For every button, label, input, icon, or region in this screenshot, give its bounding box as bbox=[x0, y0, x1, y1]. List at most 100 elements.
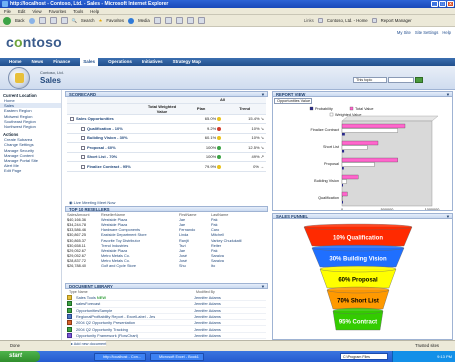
menu-view[interactable]: View bbox=[32, 8, 41, 14]
leftnav-northwest-region[interactable]: Northwest Region bbox=[0, 124, 61, 129]
bar-probability bbox=[342, 133, 345, 136]
scorecard-row[interactable]: Building Vision - 30% 60.1% 10% ↘ bbox=[67, 133, 266, 143]
expand-icon[interactable] bbox=[81, 126, 85, 131]
history-icon[interactable] bbox=[153, 17, 161, 24]
forward-arrow-icon[interactable] bbox=[28, 17, 35, 24]
nav-news[interactable]: News bbox=[32, 58, 44, 66]
col-type[interactable]: Type bbox=[69, 290, 78, 294]
scorecard-row[interactable]: Short List - 70% 100% 49% ↗ bbox=[67, 152, 266, 162]
link-contoso-home[interactable]: Contoso, Ltd. - Home bbox=[327, 18, 368, 23]
add-document-link[interactable]: ▸ Add new document bbox=[71, 341, 107, 346]
list-item[interactable]: Opportunity Framework (FlowChart) Jennife… bbox=[67, 332, 266, 340]
scorecard-row[interactable]: Finalize Contract - 95% 79.9% 0% → bbox=[67, 161, 266, 172]
bar-probability bbox=[342, 167, 344, 170]
col-total-weighted: Total Weighted Value bbox=[145, 103, 179, 115]
nav-operations[interactable]: Operations bbox=[108, 58, 132, 66]
back-button[interactable]: Back bbox=[15, 18, 25, 23]
status-indicator-icon bbox=[217, 155, 222, 160]
legend-swatch bbox=[349, 106, 354, 111]
ie-icon bbox=[2, 1, 8, 7]
opportunities-bar-chart: Probability Total ValueWeighted ValueFina… bbox=[309, 106, 439, 210]
nav-initiatives[interactable]: Initiatives bbox=[142, 58, 163, 66]
links-label: Links bbox=[303, 18, 314, 23]
media-icon[interactable] bbox=[128, 17, 135, 24]
nav-strategy-map[interactable]: Strategy Map bbox=[173, 58, 201, 66]
table-row: $26,788.40 Golf and Cycle Store Shu Ito bbox=[67, 264, 216, 269]
favorites-button[interactable]: Favorites bbox=[106, 18, 124, 23]
menu-file[interactable]: File bbox=[4, 8, 11, 14]
maximize-button[interactable]: □ bbox=[439, 1, 446, 7]
search-button[interactable]: Search bbox=[81, 18, 95, 23]
search-input[interactable] bbox=[388, 77, 414, 83]
x-tick-label: 0 bbox=[341, 208, 343, 210]
stop-icon[interactable] bbox=[38, 17, 46, 24]
col-plan: Plan bbox=[179, 103, 224, 115]
mail-icon[interactable] bbox=[164, 17, 172, 24]
excel-file-icon bbox=[67, 307, 72, 313]
breadcrumb[interactable]: Contoso, Ltd. bbox=[40, 70, 64, 75]
media-button[interactable]: Media bbox=[138, 18, 150, 23]
my-site-link[interactable]: My Site bbox=[397, 30, 411, 35]
scorecard-row[interactable]: Qualification - 10% 9.2% 10% ↘ bbox=[67, 123, 266, 134]
expand-icon[interactable] bbox=[81, 155, 85, 160]
favorites-star-icon[interactable]: ★ bbox=[99, 18, 103, 24]
trend-arrow-icon: ↘ bbox=[260, 135, 264, 141]
expand-icon[interactable] bbox=[81, 164, 85, 169]
nav-finance[interactable]: Finance bbox=[53, 58, 70, 66]
window-title: http://localhost - Contoso, Ltd. - Sales… bbox=[10, 1, 169, 7]
trend-arrow-icon: ↗ bbox=[260, 154, 264, 160]
print-icon[interactable] bbox=[175, 17, 183, 24]
edit-icon[interactable] bbox=[186, 17, 194, 24]
funnel-segment-top bbox=[319, 265, 397, 273]
meeting-icon: ◉ bbox=[69, 200, 73, 205]
task-excel-window[interactable]: Microsoft Excel - Book1 bbox=[150, 353, 204, 361]
col-name[interactable]: Name bbox=[78, 290, 196, 294]
menu-favorites[interactable]: Favorites bbox=[49, 8, 67, 14]
minimize-button[interactable]: _ bbox=[431, 1, 438, 7]
powerpoint-file-icon bbox=[67, 320, 72, 326]
menu-edit[interactable]: Edit bbox=[18, 8, 25, 14]
add-icon: ▸ bbox=[71, 342, 73, 346]
trend-arrow-icon: ↘ bbox=[260, 144, 264, 150]
legend-label: Probability bbox=[315, 107, 333, 111]
browser-toolbar: Back 🔍 Search ★ Favorites Media Links Co… bbox=[0, 15, 455, 27]
address-toolbar-input[interactable]: C:\Program Files bbox=[340, 353, 388, 360]
site-settings-link[interactable]: Site Settings bbox=[415, 30, 439, 35]
funnel-stage-label: 60% Proposal bbox=[338, 278, 378, 284]
scorecard-row[interactable]: Sales Opportunities 65.0% 15.4% ↘ bbox=[67, 114, 266, 124]
legend-swatch bbox=[309, 106, 314, 111]
bar-total-value bbox=[341, 191, 348, 197]
close-button[interactable]: X bbox=[447, 1, 454, 7]
action-edit-page[interactable]: Edit Page bbox=[0, 168, 61, 173]
doclib-title: DOCUMENT LIBRARY bbox=[69, 284, 113, 289]
bar-total-value bbox=[341, 157, 398, 163]
col-modified-by[interactable]: Modified By bbox=[196, 290, 215, 294]
menu-tools[interactable]: Tools bbox=[73, 8, 83, 14]
back-arrow-icon[interactable] bbox=[3, 16, 11, 25]
status-indicator-icon bbox=[217, 136, 222, 141]
nav-home[interactable]: Home bbox=[9, 58, 22, 66]
nav-sales[interactable]: Sales bbox=[80, 58, 99, 66]
home-icon[interactable] bbox=[60, 17, 68, 24]
scorecard-table: All Total Weighted Value Plan Trend Sales … bbox=[67, 97, 266, 172]
scorecard-row[interactable]: Proposal - 60% 100% 12.5% ↘ bbox=[67, 142, 266, 153]
expand-icon[interactable] bbox=[81, 136, 85, 141]
funnel-stage-label: 30% Building Vision bbox=[329, 257, 387, 263]
start-button[interactable]: start bbox=[0, 351, 40, 362]
new-badge: NEW bbox=[96, 295, 106, 301]
expand-icon[interactable] bbox=[81, 145, 85, 150]
search-go-button[interactable] bbox=[415, 77, 423, 83]
live-meeting-link[interactable]: ◉ Live Meeting Meet Now bbox=[69, 200, 115, 205]
help-link[interactable]: Help bbox=[442, 30, 451, 35]
menu-help[interactable]: Help bbox=[90, 8, 99, 14]
contoso-logo[interactable]: contoso bbox=[6, 34, 62, 50]
col-trend: Trend bbox=[223, 103, 266, 115]
search-scope-select[interactable]: This topic bbox=[353, 77, 387, 83]
expand-icon[interactable] bbox=[70, 117, 74, 122]
refresh-icon[interactable] bbox=[49, 17, 57, 24]
bar-weighted-value bbox=[341, 162, 375, 167]
search-icon[interactable]: 🔍 bbox=[72, 18, 77, 24]
link-report-manager[interactable]: Report Manager bbox=[381, 18, 412, 23]
task-ie-window[interactable]: http://localhost - Con... bbox=[94, 353, 146, 361]
discuss-icon[interactable] bbox=[197, 17, 205, 24]
